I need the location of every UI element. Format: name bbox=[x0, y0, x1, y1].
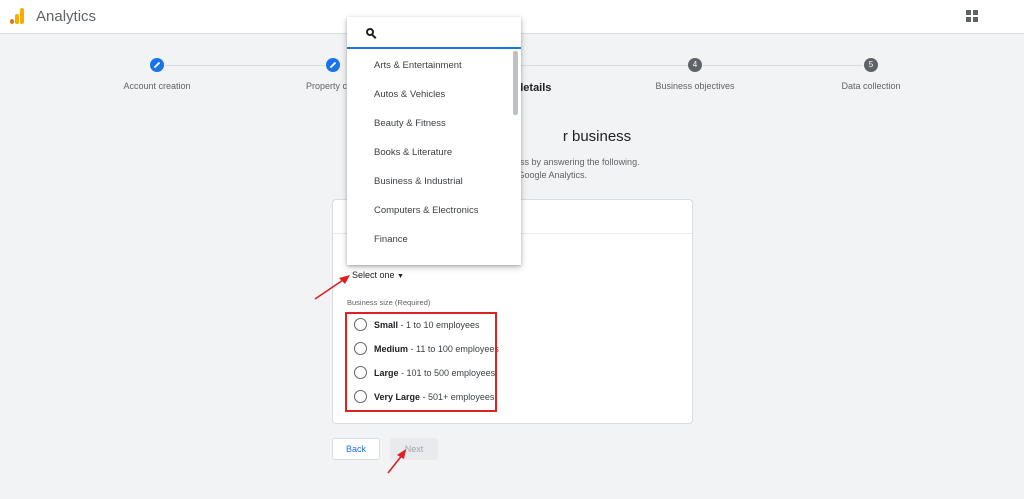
dropdown-fade bbox=[347, 253, 521, 265]
industry-category-select[interactable]: Select one ▼ bbox=[352, 270, 404, 280]
dropdown-item[interactable]: Autos & Vehicles bbox=[374, 89, 445, 100]
dropdown-item[interactable]: Computers & Electronics bbox=[374, 205, 479, 216]
step-business-objectives[interactable]: 4 Business objectives bbox=[605, 58, 785, 91]
pencil-icon bbox=[150, 58, 164, 72]
dropdown-scrollbar[interactable] bbox=[513, 51, 518, 115]
industry-dropdown-menu: Arts & Entertainment Autos & Vehicles Be… bbox=[347, 17, 521, 265]
annotation-arrow-icon bbox=[314, 275, 350, 300]
dropdown-item[interactable]: Books & Literature bbox=[374, 147, 452, 158]
app-title: Analytics bbox=[36, 8, 97, 25]
annotation-arrow-icon bbox=[387, 449, 406, 474]
dropdown-item[interactable]: Finance bbox=[374, 234, 408, 245]
back-button[interactable]: Back bbox=[332, 438, 380, 460]
search-icon bbox=[366, 28, 377, 39]
step-data-collection[interactable]: 5 Data collection bbox=[781, 58, 961, 91]
apps-grid-icon[interactable] bbox=[966, 10, 978, 22]
step-number: 4 bbox=[688, 58, 702, 72]
step-number: 5 bbox=[864, 58, 878, 72]
analytics-logo-icon[interactable] bbox=[10, 8, 26, 24]
step-label: Account creation bbox=[123, 81, 191, 91]
pencil-icon bbox=[326, 58, 340, 72]
step-label: Business objectives bbox=[655, 81, 735, 91]
step-label: Data collection bbox=[841, 81, 901, 91]
annotation-highlight-box bbox=[345, 312, 497, 412]
dropdown-item[interactable]: Arts & Entertainment bbox=[374, 60, 462, 71]
business-size-label: Business size (Required) bbox=[347, 298, 431, 307]
dropdown-search-input[interactable] bbox=[347, 17, 521, 49]
step-account-creation[interactable]: Account creation bbox=[67, 58, 247, 91]
dropdown-item[interactable]: Beauty & Fitness bbox=[374, 118, 446, 129]
caret-down-icon: ▼ bbox=[397, 273, 404, 280]
dropdown-item[interactable]: Business & Industrial bbox=[374, 176, 463, 187]
